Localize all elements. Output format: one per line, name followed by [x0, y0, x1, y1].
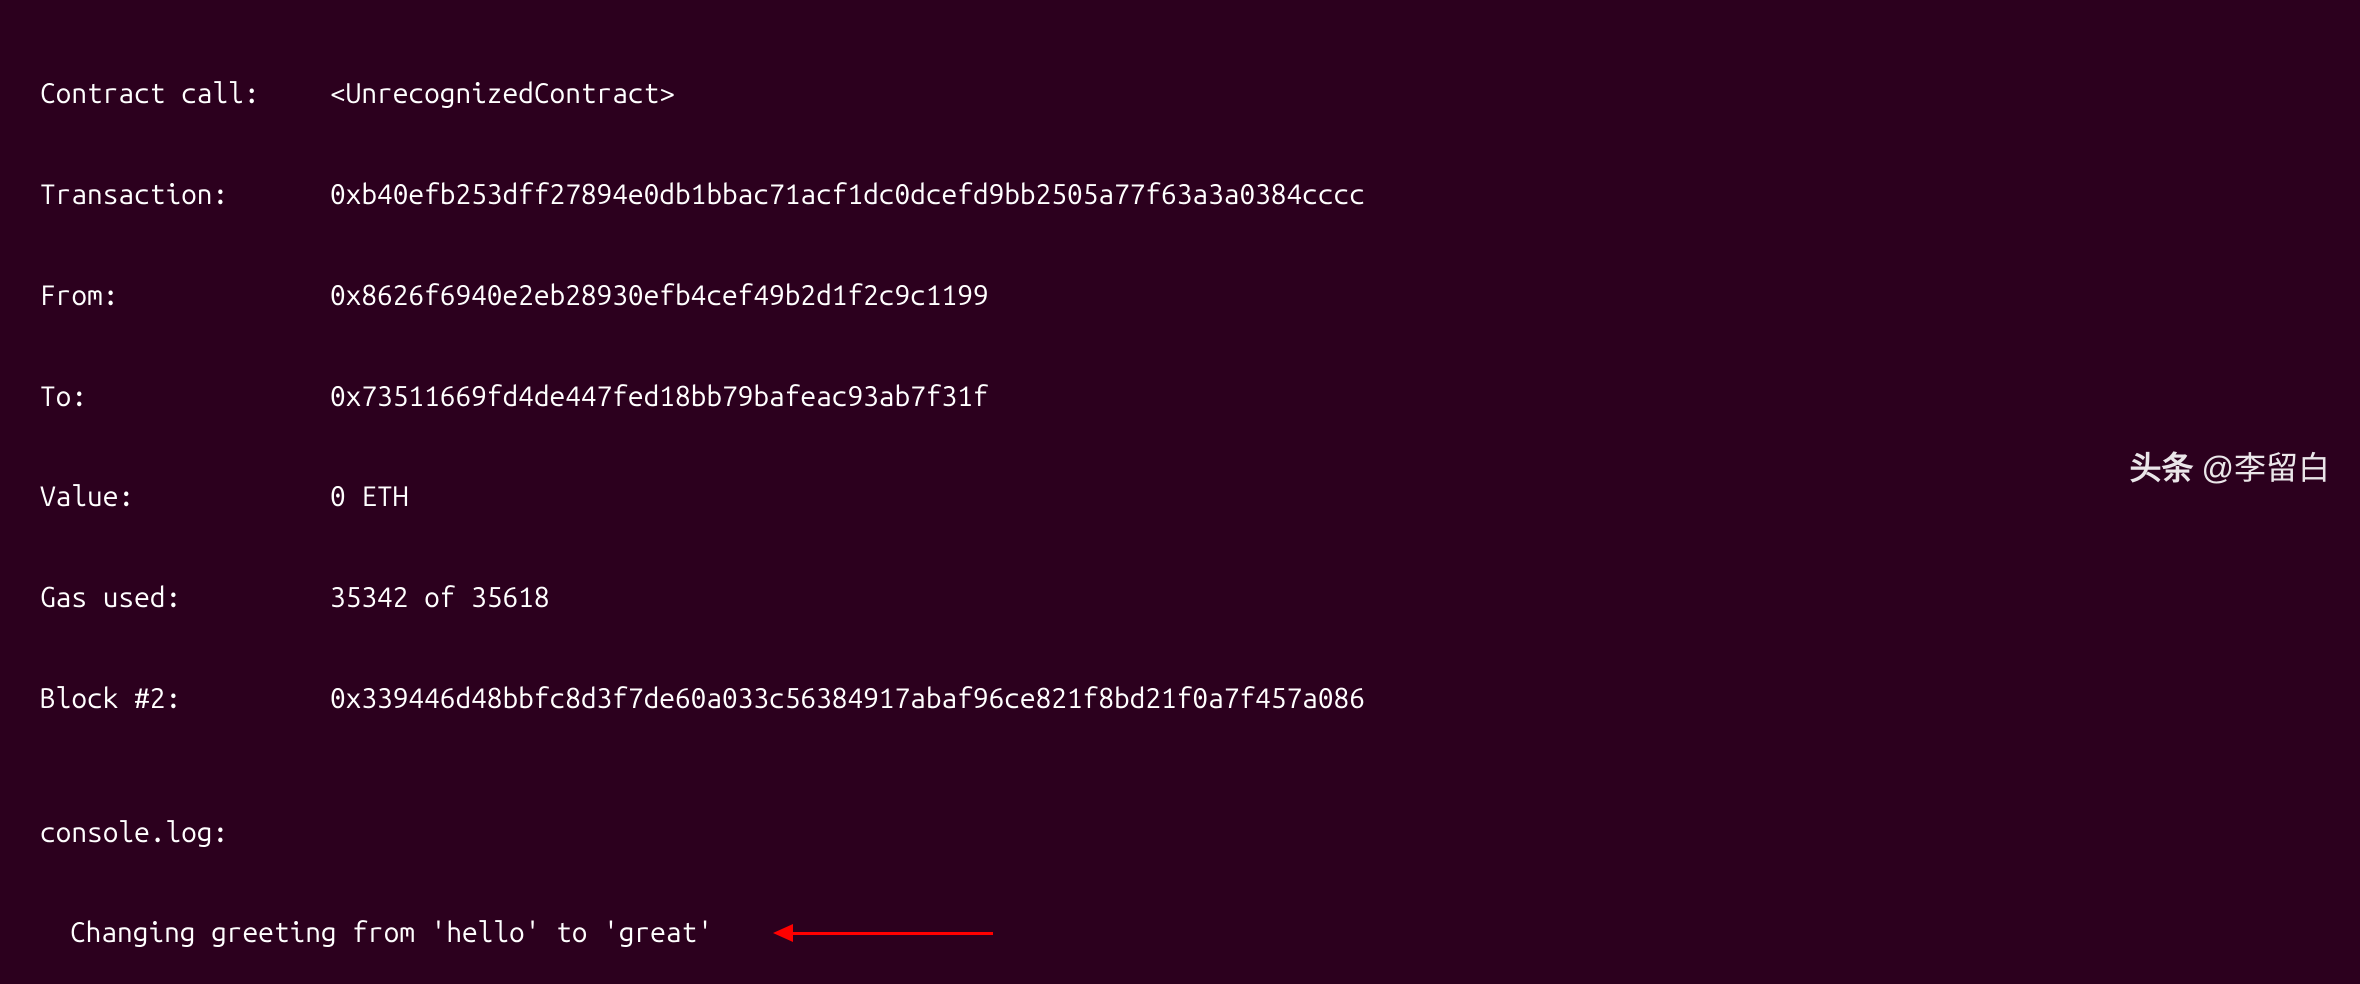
watermark-author: @李留白 — [2202, 449, 2331, 487]
console-log-label: console.log: — [40, 816, 2320, 850]
from-row: From: 0x8626f6940e2eb28930efb4cef49b2d1f… — [40, 279, 2320, 313]
transaction-row: Transaction: 0xb40efb253dff27894e0db1bba… — [40, 178, 2320, 212]
arrow-head-icon — [773, 924, 793, 942]
gas-used-row: Gas used: 35342 of 35618 — [40, 581, 2320, 615]
block-label: Block #2: — [40, 682, 330, 716]
contract-call-row: Contract call: <UnrecognizedContract> — [40, 77, 2320, 111]
from-label: From: — [40, 279, 330, 313]
terminal-output: Contract call: <UnrecognizedContract> Tr… — [40, 10, 2320, 984]
to-label: To: — [40, 380, 330, 414]
console-log-message: Changing greeting from 'hello' to 'great… — [70, 916, 713, 950]
watermark-prefix: 头条 — [2129, 449, 2193, 487]
arrow-line-icon — [793, 932, 993, 935]
to-row: To: 0x73511669fd4de447fed18bb79bafeac93a… — [40, 380, 2320, 414]
transaction-value: 0xb40efb253dff27894e0db1bbac71acf1dc0dce… — [330, 178, 2320, 212]
console-log-message-row: Changing greeting from 'hello' to 'great… — [40, 916, 2320, 950]
block-value: 0x339446d48bbfc8d3f7de60a033c56384917aba… — [330, 682, 2320, 716]
gas-used-value: 35342 of 35618 — [330, 581, 2320, 615]
from-value: 0x8626f6940e2eb28930efb4cef49b2d1f2c9c11… — [330, 279, 2320, 313]
contract-call-value: <UnrecognizedContract> — [330, 77, 2320, 111]
watermark: 头条 @李留白 — [2129, 449, 2330, 487]
transaction-label: Transaction: — [40, 178, 330, 212]
value-label: Value: — [40, 480, 330, 514]
arrow-annotation — [773, 924, 993, 942]
gas-used-label: Gas used: — [40, 581, 330, 615]
value-row: Value: 0 ETH — [40, 480, 2320, 514]
block-row: Block #2: 0x339446d48bbfc8d3f7de60a033c5… — [40, 682, 2320, 716]
value-value: 0 ETH — [330, 480, 2320, 514]
contract-call-label: Contract call: — [40, 77, 330, 111]
to-value: 0x73511669fd4de447fed18bb79bafeac93ab7f3… — [330, 380, 2320, 414]
